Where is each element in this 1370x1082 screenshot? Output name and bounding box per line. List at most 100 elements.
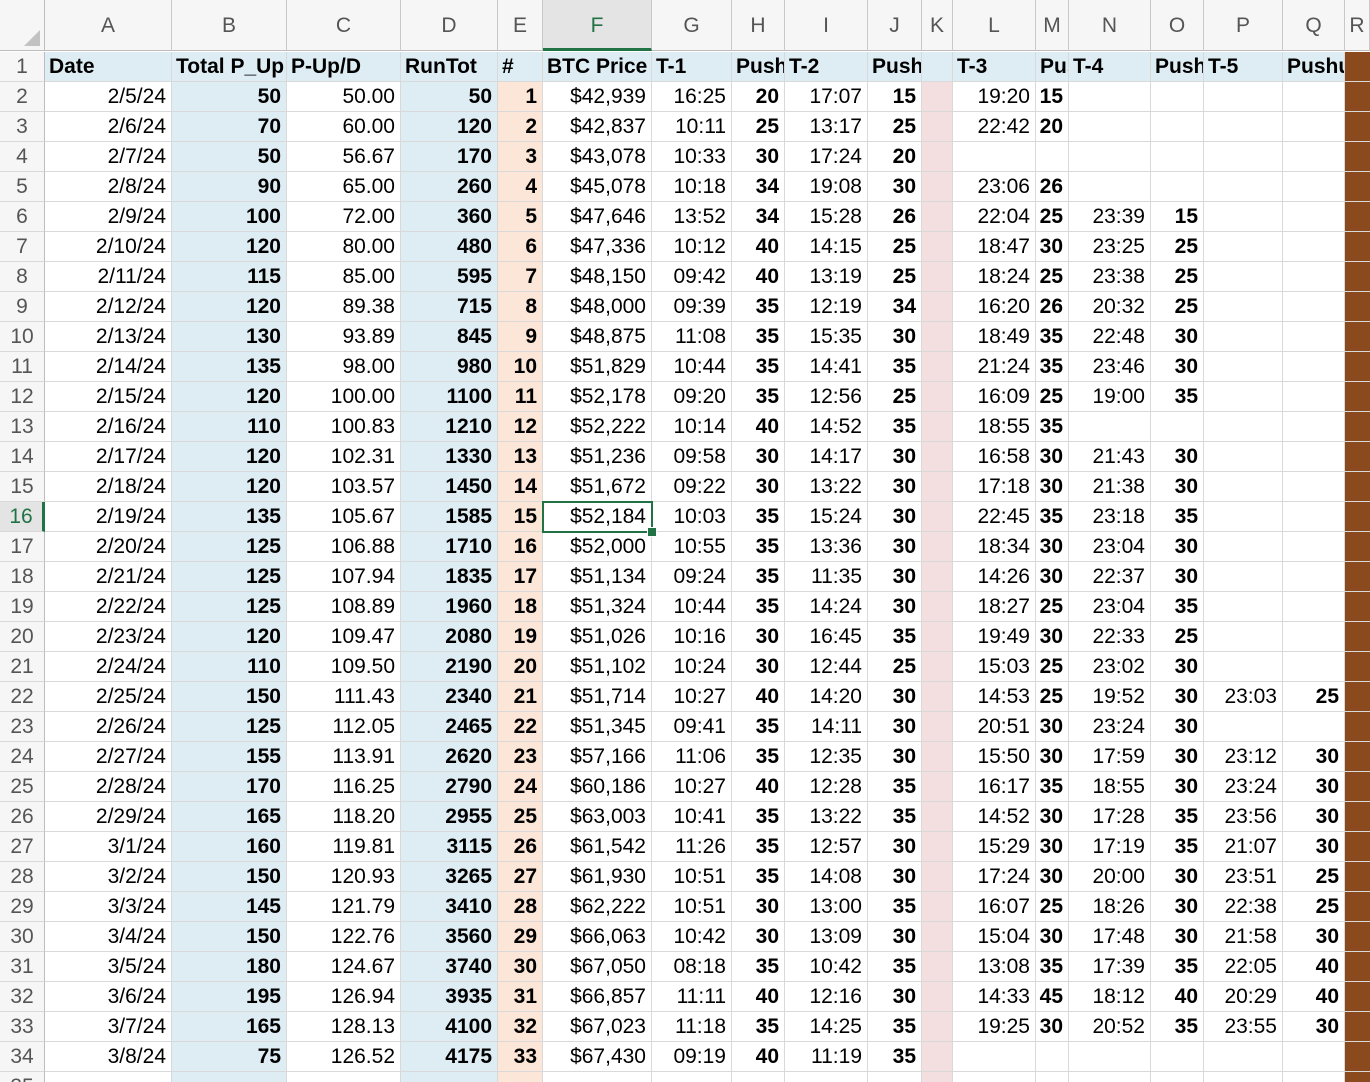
header-cell[interactable]: T-5 [1204,52,1283,82]
data-cell[interactable] [1283,322,1345,352]
data-cell[interactable]: $52,184 [543,502,652,532]
data-cell[interactable]: $47,336 [543,232,652,262]
data-cell[interactable]: 14:08 [785,862,868,892]
data-cell[interactable]: 21:24 [953,352,1036,382]
data-cell[interactable]: 30 [1036,922,1069,952]
data-cell[interactable]: 150 [172,922,287,952]
data-cell[interactable]: 1100 [401,382,498,412]
column-header-p[interactable]: P [1204,0,1283,51]
data-cell[interactable]: 109.50 [287,652,401,682]
data-cell[interactable]: 107.94 [287,562,401,592]
row-header[interactable]: 31 [0,952,45,982]
data-cell[interactable]: 1835 [401,562,498,592]
data-cell[interactable]: 19:52 [1069,682,1151,712]
data-cell[interactable]: 13:00 [785,892,868,922]
data-cell[interactable]: $66,063 [543,922,652,952]
row-header[interactable]: 13 [0,412,45,442]
data-cell[interactable]: 16:17 [953,772,1036,802]
data-cell[interactable]: 195 [172,982,287,1012]
data-cell[interactable]: 25 [868,382,922,412]
data-cell[interactable]: 2/11/24 [45,262,172,292]
data-cell[interactable]: 125 [172,562,287,592]
data-cell[interactable]: 2/7/24 [45,142,172,172]
data-cell[interactable]: 20:32 [1069,292,1151,322]
data-cell[interactable]: 118.20 [287,802,401,832]
data-cell[interactable] [1204,382,1283,412]
data-cell[interactable]: 119.81 [287,832,401,862]
data-cell[interactable]: 25 [1151,232,1204,262]
data-cell[interactable]: 110 [172,652,287,682]
row-header[interactable]: 9 [0,292,45,322]
data-cell[interactable]: 30 [732,472,785,502]
data-cell[interactable]: 35 [1036,952,1069,982]
data-cell[interactable]: 2/22/24 [45,592,172,622]
data-cell[interactable]: 13:22 [785,472,868,502]
data-cell[interactable]: 120 [172,382,287,412]
data-cell[interactable]: 15 [1036,82,1069,112]
data-cell[interactable]: 16:45 [785,622,868,652]
data-cell[interactable]: 18:27 [953,592,1036,622]
data-cell[interactable]: 3/4/24 [45,922,172,952]
data-cell[interactable]: 3/6/24 [45,982,172,1012]
row-header[interactable]: 21 [0,652,45,682]
data-cell[interactable] [1283,262,1345,292]
data-cell[interactable] [1204,142,1283,172]
data-cell[interactable] [1345,502,1370,532]
column-header-m[interactable]: M [1036,0,1069,51]
data-cell[interactable] [1283,502,1345,532]
data-cell[interactable]: 10:27 [652,772,732,802]
data-cell[interactable]: 1450 [401,472,498,502]
row-header[interactable]: 29 [0,892,45,922]
data-cell[interactable]: 17:07 [785,82,868,112]
data-cell[interactable]: $48,875 [543,322,652,352]
data-cell[interactable]: 35 [1151,1012,1204,1042]
data-cell[interactable]: 56.67 [287,142,401,172]
data-cell[interactable] [1283,82,1345,112]
data-cell[interactable]: 26 [1036,292,1069,322]
empty-cell[interactable] [401,1072,498,1082]
data-cell[interactable]: 22:33 [1069,622,1151,652]
data-cell[interactable]: 30 [732,652,785,682]
data-cell[interactable]: 30 [1283,802,1345,832]
data-cell[interactable]: 19:20 [953,82,1036,112]
data-cell[interactable] [1204,412,1283,442]
data-cell[interactable]: 4175 [401,1042,498,1072]
data-cell[interactable]: $43,078 [543,142,652,172]
data-cell[interactable]: 09:24 [652,562,732,592]
data-cell[interactable] [1151,112,1204,142]
data-cell[interactable]: 2 [498,112,543,142]
data-cell[interactable]: 34 [732,202,785,232]
data-cell[interactable]: 10:27 [652,682,732,712]
data-cell[interactable]: 10:24 [652,652,732,682]
data-cell[interactable]: 14:25 [785,1012,868,1042]
data-cell[interactable]: 12 [498,412,543,442]
data-cell[interactable]: 2/27/24 [45,742,172,772]
data-cell[interactable]: 135 [172,502,287,532]
data-cell[interactable]: $48,150 [543,262,652,292]
row-header[interactable]: 20 [0,622,45,652]
data-cell[interactable]: 14:33 [953,982,1036,1012]
data-cell[interactable]: 7 [498,262,543,292]
data-cell[interactable]: 1585 [401,502,498,532]
data-cell[interactable]: 11:06 [652,742,732,772]
data-cell[interactable]: $51,134 [543,562,652,592]
data-cell[interactable] [1345,802,1370,832]
data-cell[interactable]: 595 [401,262,498,292]
data-cell[interactable]: 120 [401,112,498,142]
data-cell[interactable]: 14:52 [953,802,1036,832]
data-cell[interactable] [1283,142,1345,172]
data-cell[interactable]: 25 [1036,262,1069,292]
data-cell[interactable]: 12:16 [785,982,868,1012]
data-cell[interactable]: 260 [401,172,498,202]
row-header[interactable]: 22 [0,682,45,712]
data-cell[interactable]: 11:35 [785,562,868,592]
data-cell[interactable]: 22:05 [1204,952,1283,982]
data-cell[interactable]: 30 [1036,1012,1069,1042]
data-cell[interactable]: 40 [732,1042,785,1072]
data-cell[interactable]: 10:42 [652,922,732,952]
row-header[interactable]: 2 [0,82,45,112]
data-cell[interactable]: 09:58 [652,442,732,472]
data-cell[interactable]: 2/24/24 [45,652,172,682]
column-header-b[interactable]: B [172,0,287,51]
data-cell[interactable]: 2/29/24 [45,802,172,832]
